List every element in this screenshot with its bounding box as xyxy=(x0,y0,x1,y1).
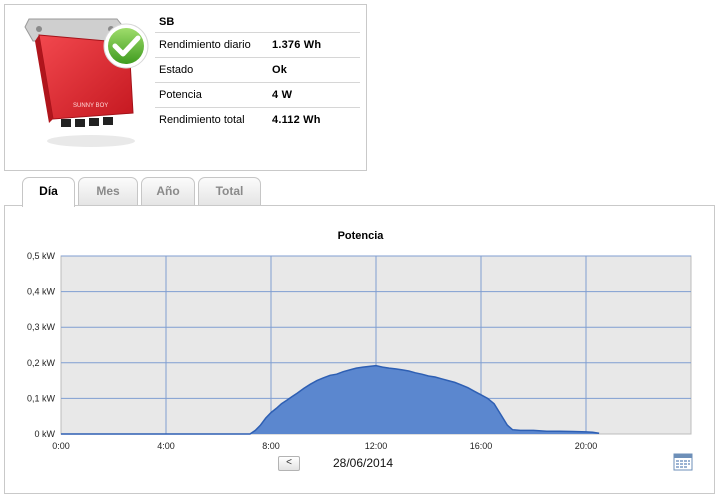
device-name: SB xyxy=(159,16,175,29)
info-label: Rendimiento total xyxy=(155,106,272,132)
y-tick-label: 0,4 kW xyxy=(27,287,56,297)
prev-day-button[interactable]: < xyxy=(278,456,300,471)
y-tick-label: 0,5 kW xyxy=(27,251,56,261)
x-tick-label: 8:00 xyxy=(262,441,280,451)
calendar-icon[interactable] xyxy=(673,451,693,471)
power-chart: 0 kW 0,1 kW 0,2 kW 0,3 kW 0,4 kW 0,5 kW 0:00 4:… xyxy=(27,251,692,451)
info-value: 4 W xyxy=(272,81,360,107)
y-tick-label: 0,3 kW xyxy=(27,322,56,332)
brand-label: SUNNY BOY xyxy=(73,103,108,109)
date-navigation: < 28/06/2014 xyxy=(5,454,716,474)
info-row: Rendimiento diario 1.376 Wh xyxy=(155,31,360,57)
info-label: Potencia xyxy=(155,81,272,107)
info-value: 1.376 Wh xyxy=(272,31,360,57)
tab-total[interactable]: Total xyxy=(198,177,261,206)
y-tick-label: 0,1 kW xyxy=(27,393,56,403)
tab-ano[interactable]: Año xyxy=(141,177,195,206)
info-value: Ok xyxy=(272,56,360,82)
chart-panel: Potencia 0 kW 0,1 kW 0,2 kW 0,3 kW 0,4 kW 0,5… xyxy=(4,205,715,494)
device-info-table: SB Rendimiento diario 1.376 Wh Estado Ok… xyxy=(155,13,360,132)
info-label: Rendimiento diario xyxy=(155,31,272,57)
info-row: Rendimiento total 4.112 Wh xyxy=(155,106,360,132)
x-tick-label: 4:00 xyxy=(157,441,175,451)
x-tick-label: 0:00 xyxy=(52,441,70,451)
chevron-left-icon: < xyxy=(286,457,292,468)
y-tick-label: 0 kW xyxy=(34,429,55,439)
x-tick-label: 20:00 xyxy=(575,441,598,451)
info-value: 4.112 Wh xyxy=(272,106,360,132)
info-row: Estado Ok xyxy=(155,56,360,82)
device-panel: SUNNY BOY SB Rendimiento diario 1.376 Wh… xyxy=(4,4,367,171)
status-ok-icon xyxy=(103,23,149,69)
x-tick-label: 16:00 xyxy=(470,441,493,451)
tab-mes[interactable]: Mes xyxy=(78,177,138,206)
period-tabs: Día Mes Año Total xyxy=(22,177,261,207)
y-tick-label: 0,2 kW xyxy=(27,358,56,368)
info-row: Potencia 4 W xyxy=(155,81,360,107)
current-date: 28/06/2014 xyxy=(333,456,394,470)
tab-dia[interactable]: Día xyxy=(22,177,75,207)
x-tick-label: 12:00 xyxy=(365,441,388,451)
info-label: Estado xyxy=(155,56,272,82)
